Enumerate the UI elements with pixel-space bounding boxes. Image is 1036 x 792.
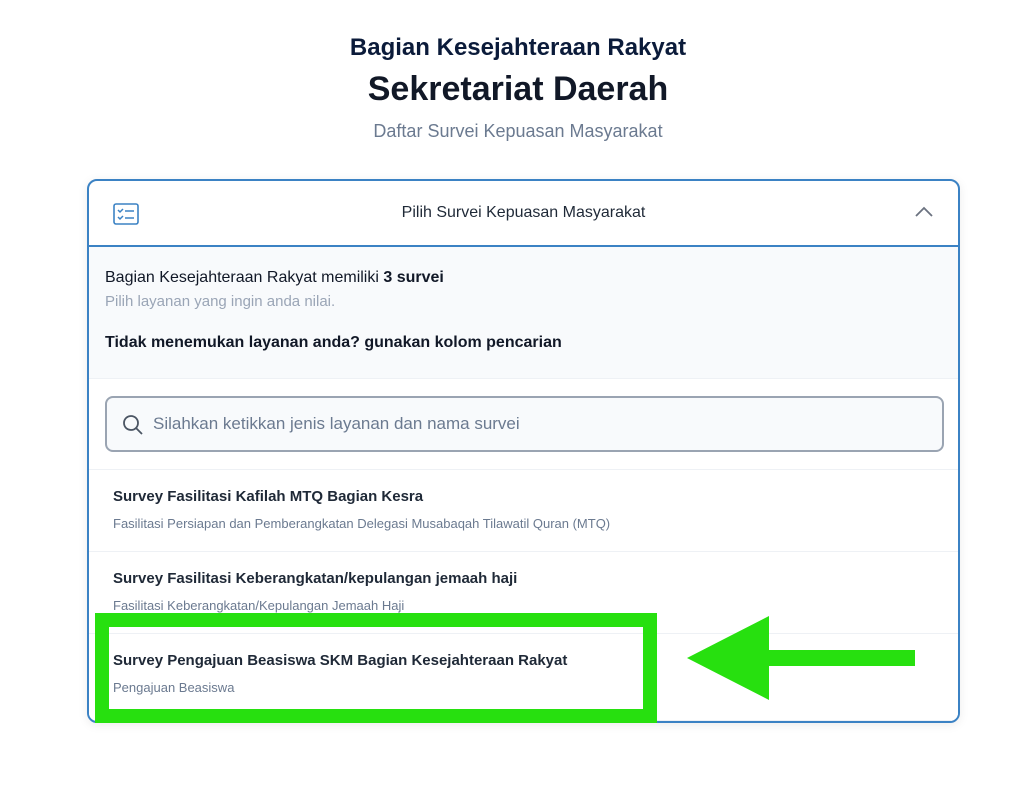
survey-info: Bagian Kesejahteraan Rakyat memiliki 3 s…	[89, 247, 958, 379]
search-input[interactable]	[153, 408, 923, 440]
survey-item-description: Pengajuan Beasiswa	[113, 680, 235, 695]
search-section	[89, 379, 958, 470]
survey-count: 3 survei	[383, 269, 444, 286]
annotation-arrow-icon	[687, 616, 915, 700]
panel-header[interactable]: Pilih Survei Kepuasan Masyarakat	[89, 181, 958, 247]
survey-item-kafilah-mtq[interactable]: Survey Fasilitasi Kafilah MTQ Bagian Kes…	[89, 470, 958, 552]
organization-subtitle: Bagian Kesejahteraan Rakyat	[349, 34, 687, 61]
page-description: Daftar Survei Kepuasan Masyarakat	[373, 121, 663, 141]
search-hint: Tidak menemukan layanan anda? gunakan ko…	[105, 334, 562, 351]
chevron-up-icon[interactable]	[914, 205, 934, 219]
survey-item-title: Survey Pengajuan Beasiswa SKM Bagian Kes…	[113, 652, 568, 669]
survey-count-prefix: Bagian Kesejahteraan Rakyat memiliki	[105, 269, 384, 286]
panel-title: Pilih Survei Kepuasan Masyarakat	[401, 204, 646, 221]
choose-service-hint: Pilih layanan yang ingin anda nilai.	[105, 293, 336, 310]
survey-item-description: Fasilitasi Persiapan dan Pemberangkatan …	[113, 516, 611, 531]
search-box[interactable]	[105, 396, 944, 452]
search-icon	[123, 415, 143, 435]
survey-item-title: Survey Fasilitasi Keberangkatan/kepulang…	[113, 570, 518, 587]
survey-item-description: Fasilitasi Keberangkatan/Kepulangan Jema…	[113, 598, 405, 613]
survey-item-title: Survey Fasilitasi Kafilah MTQ Bagian Kes…	[113, 488, 424, 505]
survey-count-text: Bagian Kesejahteraan Rakyat memiliki 3 s…	[105, 269, 444, 287]
page-title: Sekretariat Daerah	[367, 70, 669, 108]
list-check-icon	[113, 203, 139, 225]
